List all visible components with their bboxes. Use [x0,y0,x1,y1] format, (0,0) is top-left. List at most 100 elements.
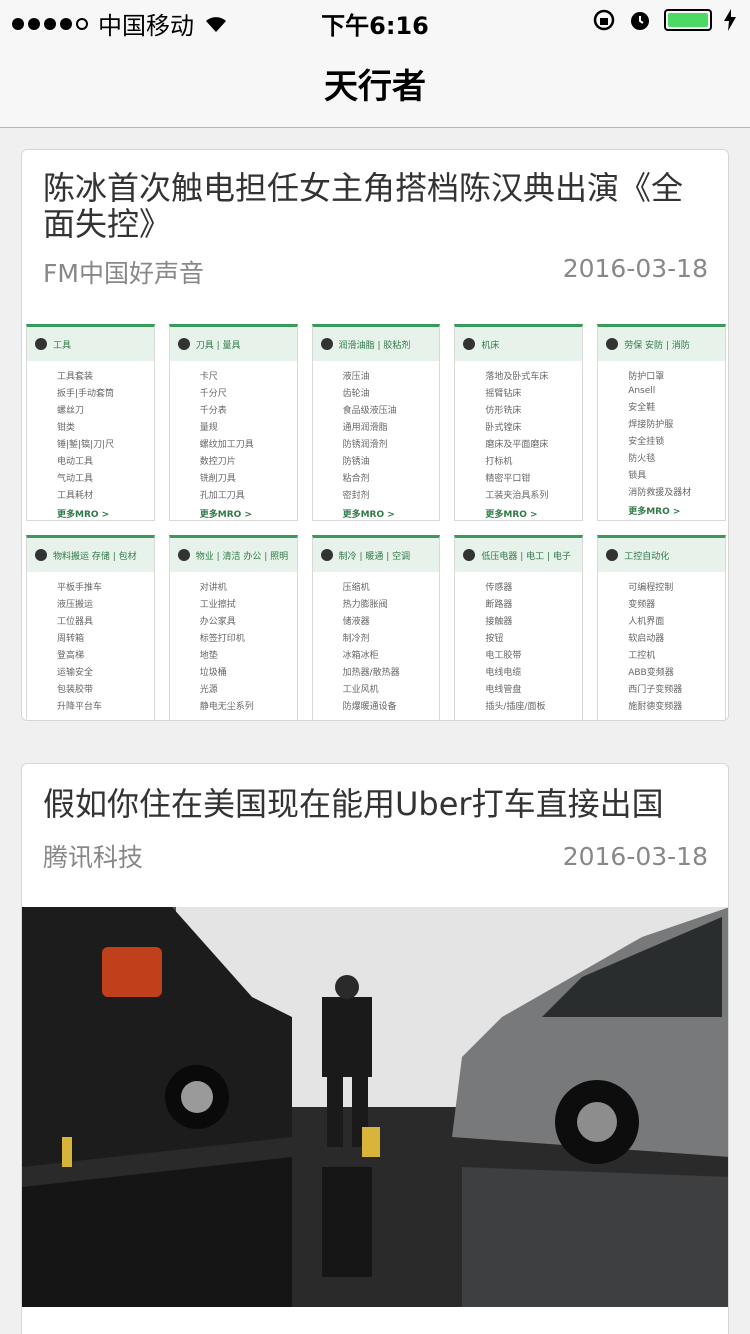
mro-category-title: 工控自动化 [624,551,670,562]
mro-item: 液压油 [342,372,370,382]
mro-item: 打标机 [485,457,513,467]
mro-item: 工业风机 [342,685,379,695]
mro-item: 运输安全 [57,668,94,678]
article-feed[interactable]: 陈冰首次触电担任女主角搭档陈汉典出演《全面失控》 FM中国好声音 2016-03… [0,129,750,1334]
article-title[interactable]: 陈冰首次触电担任女主角搭档陈汉典出演《全面失控》 [43,170,712,242]
mro-item: 气动工具 [57,474,94,484]
mro-item: 登高梯 [57,651,85,661]
mro-category: 刀具 | 量具 卡尺 千分尺 千分表 量规 螺纹加工刀具 数控刀片 铣削刀具 孔加工刀具 更多MR… [168,324,298,521]
mro-item: 电工胶带 [485,651,522,661]
mro-item: 施耐德变频器 [628,702,683,712]
mro-more-link: 更多MRO > [455,712,582,720]
mro-item: 接触器 [485,617,513,627]
mro-category-header: 机床 [455,327,583,361]
article-image[interactable]: 工具 工具套装 扳手|手动套筒 螺丝刀 钳类 锤|錾|镐|刀|尺 电动工具 气动工具 工具耗材更… [22,324,728,720]
mro-item: 平板手推车 [57,583,103,593]
mro-item: 电线电缆 [485,668,522,678]
mro-more-link: 更多MRO > [485,510,538,520]
mro-item: 人机界面 [628,617,665,627]
status-bar: 中国移动 下午6:16 [0,0,750,40]
mro-category-header: 物料搬运 存储 | 包材 [27,538,154,572]
article-source: 腾讯科技 [43,843,144,872]
mro-item: 食品级液压油 [342,406,397,416]
category-icon [177,338,190,350]
mro-category-title: 润滑油脂 | 胶粘剂 [338,340,411,351]
border-checkpoint-photo-icon [22,907,728,1307]
mro-category-header: 劳保 安防 | 消防 [598,327,725,361]
mro-category: 润滑油脂 | 胶粘剂 液压油 齿轮油 食品级液压油 通用润滑脂 防锈润滑剂 防锈油 粘合剂 密封… [311,324,441,521]
mro-category-title: 低压电器 | 电工 | 电子 [481,551,571,562]
mro-item: 液压搬运 [57,600,94,610]
mro-more-link: 更多MRO > [27,712,154,720]
mro-item: 螺丝刀 [57,406,85,416]
mro-category-title: 机床 [481,340,500,351]
mro-item: 西门子变频器 [628,685,683,695]
mro-item: 工控机 [628,651,656,661]
mro-item: 压缩机 [342,583,370,593]
article-card[interactable]: 假如你住在美国现在能用Uber打车直接出国 腾讯科技 2016-03-18 [21,763,729,1334]
mro-category: 制冷 | 暖通 | 空调 压缩机 热力膨胀阀 储液器 制冷剂 冰箱冰柜 加热器/散热器 工业风… [311,535,441,720]
mro-category-header: 工控自动化 [598,538,725,572]
mro-item: 锤|錾|镐|刀|尺 [57,440,115,450]
category-icon [463,549,476,561]
mro-item: 工业擦拭 [199,600,236,610]
category-icon [320,338,333,350]
article-source: FM中国好声音 [43,259,204,288]
mro-item: 通用润滑脂 [342,423,388,433]
mro-item: 落地及卧式车床 [485,372,549,382]
mro-item: 卧式镗床 [485,423,522,433]
mro-item: 可编程控制 [628,583,674,593]
mro-item: 仿形铣床 [485,406,522,416]
mro-item: 卡尺 [199,372,218,382]
mro-item: 螺纹加工刀具 [199,440,254,450]
article-date: 2016-03-18 [562,254,708,283]
mro-item: Ansell [628,386,656,396]
mro-item: 千分表 [199,406,227,416]
mro-item: 数控刀片 [199,457,236,467]
charging-icon [724,9,736,31]
article-card[interactable]: 陈冰首次触电担任女主角搭档陈汉典出演《全面失控》 FM中国好声音 2016-03… [21,149,729,721]
article-title[interactable]: 假如你住在美国现在能用Uber打车直接出国 [43,786,712,822]
mro-item: 加热器/散热器 [342,668,400,678]
mro-item: 防锈润滑剂 [342,440,388,450]
mro-item: 安全挂锁 [628,437,665,447]
mro-item: 光源 [199,685,218,695]
mro-category-header: 润滑油脂 | 胶粘剂 [312,327,440,361]
mro-category: 劳保 安防 | 消防 防护口罩 Ansell 安全鞋 焊接防护服 安全挂锁 防火毯 锁具 消防救… [597,324,726,521]
page-title: 天行者 [324,67,426,107]
mro-category: 工控自动化 可编程控制 变频器 人机界面 软启动器 工控机 ABB变频器 西门子变频器 施耐德变… [597,535,726,720]
mro-item: 精密平口钳 [485,474,531,484]
status-bar-right [592,8,736,32]
mro-item: 储液器 [342,617,370,627]
category-icon [35,549,47,561]
mro-item: 防锈油 [342,457,370,467]
mro-item: 插头/插座/面板 [485,702,546,712]
article-image[interactable] [22,907,728,1307]
mro-item: 制冷剂 [342,634,370,644]
mro-category-header: 制冷 | 暖通 | 空调 [312,538,440,572]
mro-item: 软启动器 [628,634,665,644]
mro-category-title: 刀具 | 量具 [195,340,241,351]
mro-item: 断路器 [485,600,513,610]
mro-item: 办公家具 [199,617,236,627]
mro-item: ABB变频器 [628,668,674,678]
mro-item: 钳类 [57,423,76,433]
mro-category-title: 工具 [53,340,72,351]
mro-item: 传感器 [485,583,513,593]
mro-item: 包装胶带 [57,685,94,695]
mro-item: 摇臂钻床 [485,389,522,399]
mro-item: 磨床及平面磨床 [485,440,549,450]
category-icon [606,549,619,561]
mro-category: 工具 工具套装 扳手|手动套筒 螺丝刀 钳类 锤|錾|镐|刀|尺 电动工具 气动工具 工具耗材更… [26,324,155,521]
mro-more-link: 更多MRO > [199,510,253,520]
mro-item: 密封剂 [342,491,370,501]
mro-item: 升降平台车 [57,702,103,712]
battery-icon [664,9,712,31]
mro-item: 锁具 [628,471,647,481]
mro-item: 工具耗材 [57,491,94,501]
mro-more-link: 更多MRO > [628,507,681,517]
mro-item: 标签打印机 [199,634,245,644]
mro-item: 静电无尘系列 [199,702,254,712]
mro-item: 垃圾桶 [199,668,227,678]
mro-category: 物料搬运 存储 | 包材 平板手推车 液压搬运 工位器具 周转箱 登高梯 运输安全 包装胶带升… [26,535,155,720]
